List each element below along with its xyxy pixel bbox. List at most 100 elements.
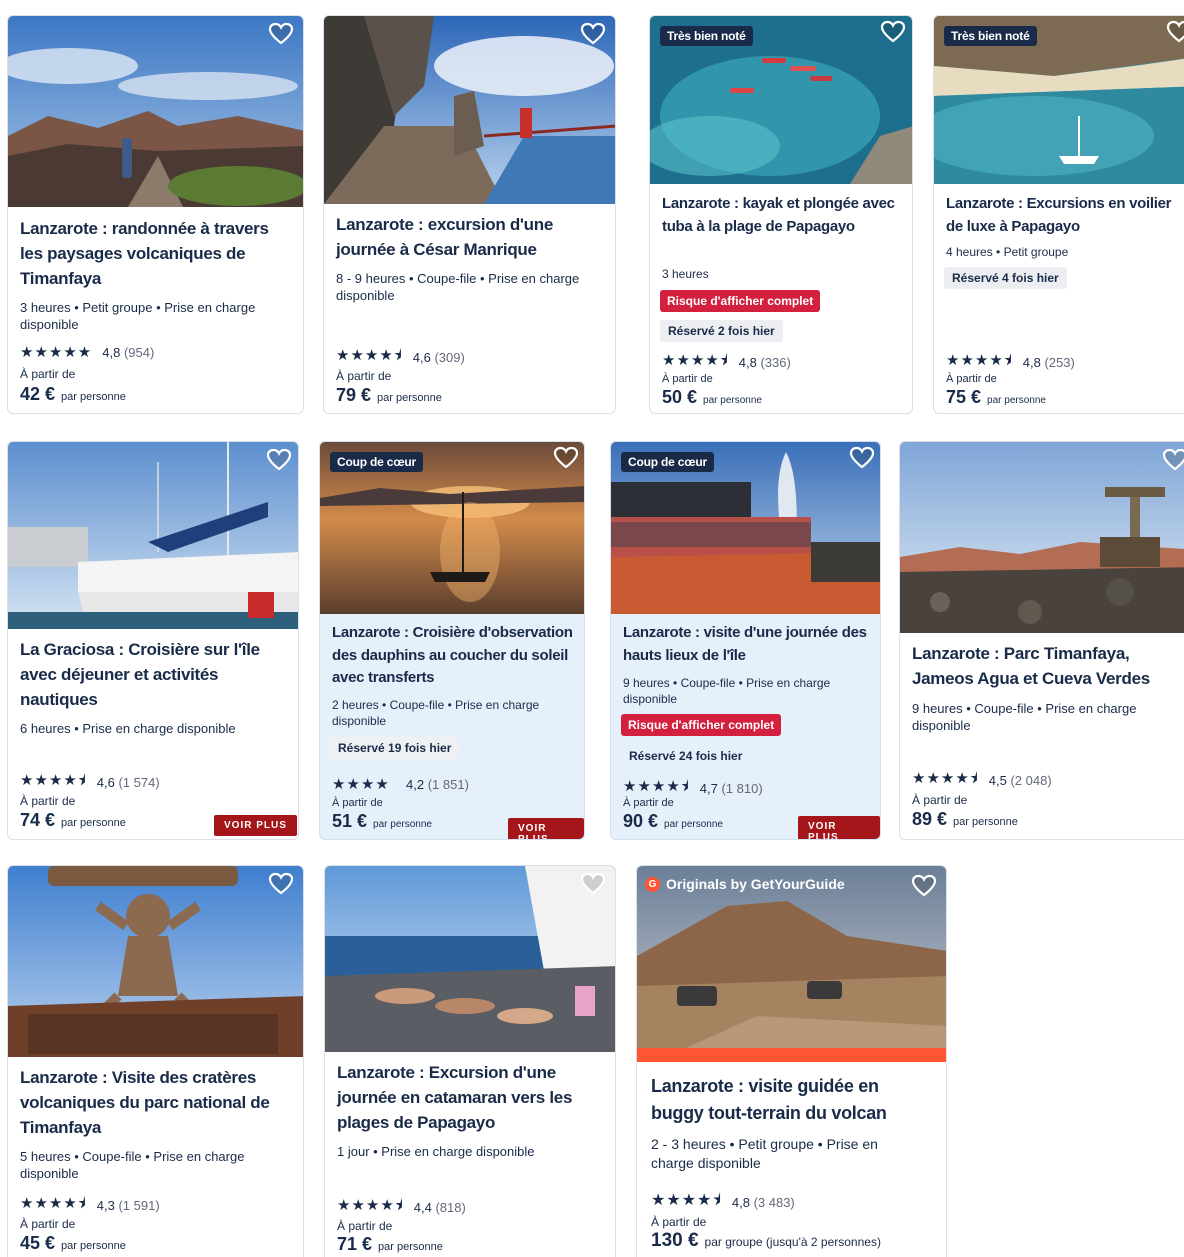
review-count: (1 591) bbox=[118, 1198, 160, 1213]
favorite-badge: Coup de cœur bbox=[330, 452, 423, 472]
activity-card[interactable]: Lanzarote : Parc Timanfaya, Jameos Agua … bbox=[899, 441, 1184, 840]
review-count: (3 483) bbox=[753, 1195, 795, 1210]
activity-card[interactable]: La Graciosa : Croisière sur l'île avec d… bbox=[7, 441, 299, 840]
card-image bbox=[8, 866, 303, 1057]
booked-badge: Réservé 24 fois hier bbox=[629, 749, 743, 763]
booked-badge: Réservé 4 fois hier bbox=[944, 267, 1067, 289]
card-title[interactable]: Lanzarote : Croisière d'observation des … bbox=[332, 622, 576, 690]
wishlist-heart-icon[interactable] bbox=[911, 874, 937, 898]
rating-value: 4,3 bbox=[96, 1198, 115, 1213]
card-meta: 1 jour • Prise en charge disponible bbox=[337, 1144, 535, 1159]
review-count: (1 851) bbox=[427, 776, 469, 792]
price: 50 € par personne bbox=[662, 387, 762, 408]
rating-value: 4,4 bbox=[413, 1200, 432, 1215]
price-unit: par personne bbox=[953, 816, 1018, 828]
rating-value: 4,8 bbox=[731, 1195, 750, 1210]
rating-value: 4,5 bbox=[988, 773, 1007, 788]
wishlist-heart-icon[interactable] bbox=[553, 446, 579, 470]
card-title[interactable]: Lanzarote : Parc Timanfaya, Jameos Agua … bbox=[912, 641, 1178, 691]
price-value: 130 € bbox=[651, 1230, 699, 1251]
activity-card[interactable]: G Originals by GetYourGuide Lanzarote : … bbox=[636, 865, 947, 1257]
price-unit: par personne bbox=[377, 392, 442, 404]
rating-value: 4,8 bbox=[738, 355, 757, 370]
card-image bbox=[637, 866, 946, 1052]
card-title[interactable]: Lanzarote : Excursions en voilier de lux… bbox=[946, 193, 1182, 238]
activity-card[interactable]: Coup de cœur Lanzarote : Croisière d'obs… bbox=[319, 441, 585, 840]
price-unit: par personne bbox=[61, 1240, 126, 1252]
star-icon: ★★★★⯨ bbox=[651, 1192, 722, 1209]
wishlist-heart-icon[interactable] bbox=[580, 22, 606, 46]
wishlist-heart-icon[interactable] bbox=[1166, 20, 1184, 44]
see-more-button[interactable]: VOIR PLUS bbox=[214, 815, 297, 836]
risk-badge: Risque d'afficher complet bbox=[621, 714, 782, 736]
card-title[interactable]: Lanzarote : kayak et plongée avec tuba à… bbox=[662, 193, 904, 238]
star-icon: ★★★★⯨ bbox=[336, 347, 403, 364]
price-value: 74 € bbox=[20, 810, 56, 830]
card-meta: 2 - 3 heures • Petit groupe • Prise en c… bbox=[651, 1136, 878, 1171]
price-from-label: À partir de bbox=[20, 794, 76, 808]
rating-value: 4,6 bbox=[412, 350, 431, 365]
activity-card[interactable]: Lanzarote : Excursion d'une journée en c… bbox=[324, 865, 616, 1257]
activity-card[interactable]: Coup de cœur Lanzarote : visite d'une jo… bbox=[610, 441, 881, 840]
price: 45 € par personne bbox=[20, 1233, 126, 1254]
card-rating: ★★★★⯨ 4,6 (309) bbox=[336, 345, 465, 370]
wishlist-heart-icon[interactable] bbox=[268, 22, 294, 46]
star-icon: ★★★★⯨ bbox=[20, 1195, 87, 1212]
activity-card[interactable]: Très bien noté Lanzarote : kayak et plon… bbox=[649, 15, 913, 414]
card-title[interactable]: Lanzarote : excursion d'une journée à Cé… bbox=[336, 212, 607, 262]
wishlist-heart-icon[interactable] bbox=[1162, 448, 1184, 472]
card-title[interactable]: Lanzarote : visite guidée en buggy tout-… bbox=[651, 1073, 926, 1127]
card-title[interactable]: Lanzarote : Visite des cratères volcaniq… bbox=[20, 1065, 295, 1140]
card-title[interactable]: Lanzarote : visite d'une journée des hau… bbox=[623, 622, 872, 667]
rating-value: 4,7 bbox=[699, 781, 718, 796]
card-rating: ★★★★ 4,2 (1 851) bbox=[332, 775, 469, 793]
price-value: 45 € bbox=[20, 1233, 56, 1253]
wishlist-heart-icon[interactable] bbox=[580, 872, 606, 896]
price: 71 € par personne bbox=[337, 1234, 443, 1255]
activity-card[interactable]: Très bien noté Lanzarote : Excursions en… bbox=[933, 15, 1184, 414]
star-icon: ★★★★★ bbox=[20, 344, 93, 361]
price-from-label: À partir de bbox=[332, 797, 383, 809]
wishlist-heart-icon[interactable] bbox=[849, 446, 875, 470]
card-title[interactable]: Lanzarote : Excursion d'une journée en c… bbox=[337, 1060, 607, 1135]
card-meta: 9 heures • Coupe-file • Prise en charge … bbox=[912, 701, 1137, 733]
activity-card[interactable]: Lanzarote : Visite des cratères volcaniq… bbox=[7, 865, 304, 1257]
price-unit: par personne bbox=[703, 395, 762, 406]
wishlist-heart-icon[interactable] bbox=[880, 20, 906, 44]
rating-value: 4,2 bbox=[406, 776, 425, 792]
card-meta: 9 heures • Coupe-file • Prise en charge … bbox=[623, 676, 831, 706]
wishlist-heart-icon[interactable] bbox=[266, 448, 292, 472]
card-rating: ★★★★⯨ 4,8 (253) bbox=[946, 350, 1075, 375]
price-unit: par personne bbox=[664, 819, 723, 830]
activity-card[interactable]: Lanzarote : excursion d'une journée à Cé… bbox=[323, 15, 616, 414]
price-value: 79 € bbox=[336, 385, 372, 405]
card-meta: 3 heures bbox=[662, 267, 709, 281]
top-rated-badge: Très bien noté bbox=[944, 26, 1037, 46]
card-title[interactable]: Lanzarote : randonnée à travers les pays… bbox=[20, 216, 295, 291]
price: 90 € par personne bbox=[623, 811, 723, 832]
price-from-label: À partir de bbox=[623, 797, 674, 809]
star-icon: ★★★★⯨ bbox=[337, 1197, 404, 1214]
price-from-label: À partir de bbox=[20, 367, 76, 381]
price: 79 € par personne bbox=[336, 385, 442, 406]
activity-card[interactable]: Lanzarote : randonnée à travers les pays… bbox=[7, 15, 304, 414]
star-icon: ★★★★⯨ bbox=[20, 772, 87, 789]
price-from-label: À partir de bbox=[20, 1217, 76, 1231]
card-rating: ★★★★⯨ 4,8 (336) bbox=[662, 350, 791, 375]
wishlist-heart-icon[interactable] bbox=[268, 872, 294, 896]
star-icon: ★★★★⯨ bbox=[946, 352, 1013, 369]
card-title[interactable]: La Graciosa : Croisière sur l'île avec d… bbox=[20, 637, 290, 712]
risk-badge: Risque d'afficher complet bbox=[660, 290, 821, 312]
price-from-label: À partir de bbox=[912, 793, 968, 807]
card-rating: ★★★★★ 4,8 (954) bbox=[20, 343, 154, 361]
booked-badge: Réservé 19 fois hier bbox=[330, 737, 460, 759]
price-unit: par personne bbox=[61, 817, 126, 829]
price-from-label: À partir de bbox=[336, 369, 392, 383]
price: 51 € par personne bbox=[332, 811, 432, 832]
see-more-button[interactable]: VOIR PLUS bbox=[508, 818, 584, 839]
see-more-button[interactable]: VOIR PLUS bbox=[798, 816, 880, 839]
price: 75 € par personne bbox=[946, 387, 1046, 408]
rating-value: 4,8 bbox=[102, 344, 121, 360]
star-icon: ★★★★ bbox=[332, 776, 390, 793]
review-count: (336) bbox=[760, 355, 791, 370]
